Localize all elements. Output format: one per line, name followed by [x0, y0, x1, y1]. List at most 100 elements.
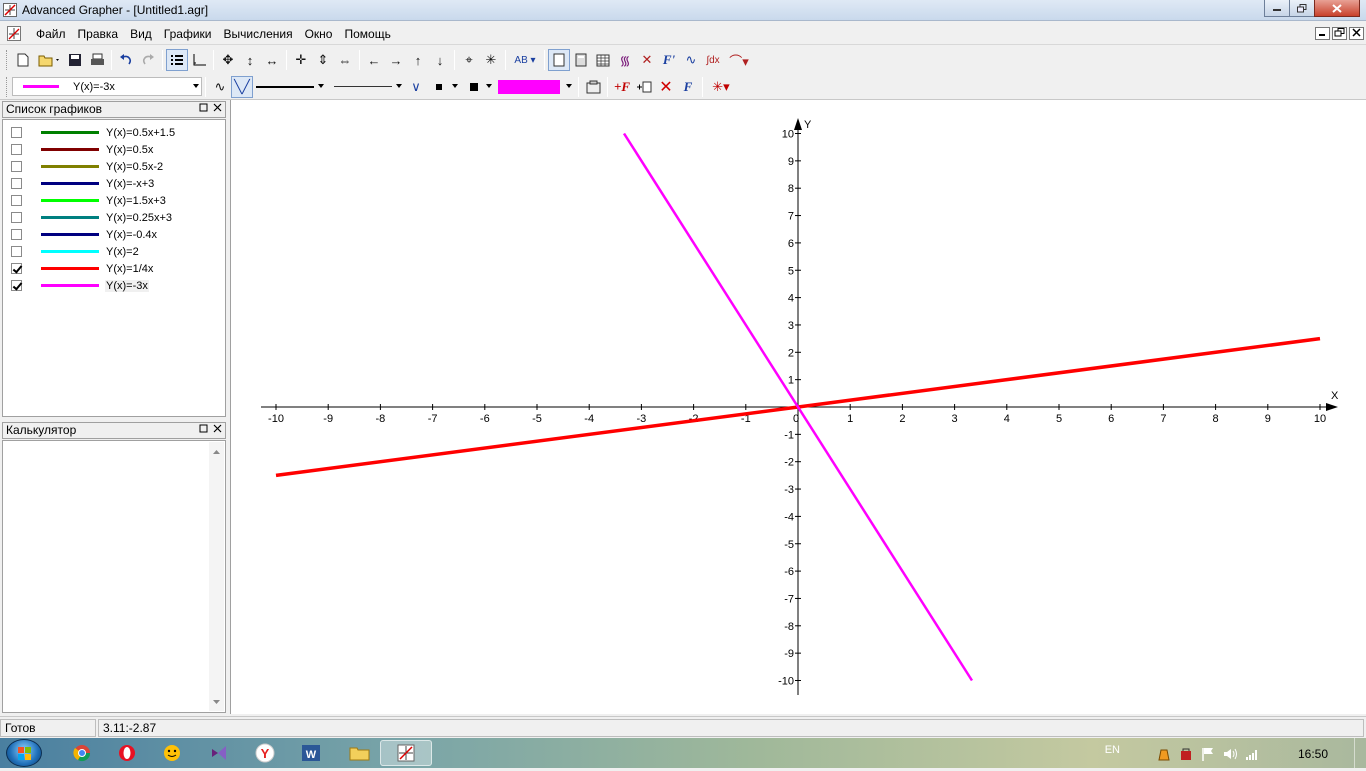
taskbar-opera[interactable] [101, 740, 153, 766]
plot-area[interactable]: X Y -10 -9 -8 -7 -6 -5 -4 -3 -2 -1 0 1 2 3 4 5 6 7 8 9 10 -10 -9… [230, 100, 1366, 714]
flag-icon[interactable] [1200, 746, 1216, 762]
taskbar-explorer[interactable] [334, 740, 386, 766]
scroll-down-button[interactable]: ↓ [429, 49, 451, 71]
show-desktop-button[interactable] [1354, 738, 1366, 768]
toolbar-grip[interactable] [6, 76, 9, 97]
redo-button[interactable] [137, 49, 159, 71]
axes-button[interactable] [188, 49, 210, 71]
close-button[interactable] [1314, 0, 1360, 17]
toolbar-grip[interactable] [6, 50, 9, 70]
network-icon[interactable] [1244, 746, 1260, 762]
graph-visibility-checkbox[interactable] [11, 178, 22, 189]
scroll-down-icon[interactable] [209, 695, 224, 709]
graph-canvas[interactable]: XY-10 -9 -8 -7 -6 -5 -4 -3 -2 -1 0 1 2 3 4 5 6 7 8 9 10-10-9… [231, 100, 1366, 714]
taskbar-word[interactable]: W [285, 740, 337, 766]
print-button[interactable] [86, 49, 108, 71]
panel-float-icon[interactable] [199, 103, 208, 112]
mdi-close-button[interactable] [1349, 27, 1364, 40]
tray-security-icon[interactable] [1178, 746, 1194, 762]
mdi-restore-button[interactable] [1332, 27, 1347, 40]
open-file-button[interactable] [34, 49, 64, 71]
move-button[interactable]: ✥ [217, 49, 239, 71]
clock[interactable]: 16:50 [1298, 747, 1328, 761]
document-icon[interactable] [7, 26, 21, 41]
calculator-panel[interactable] [2, 440, 226, 713]
menu-calculations[interactable]: Вычисления [217, 27, 298, 41]
scroll-right-button[interactable]: → [385, 49, 407, 71]
color-select[interactable] [497, 77, 575, 96]
graph-list-item[interactable]: Y(x)=-0.4x [9, 226, 158, 243]
graph-visibility-checkbox[interactable] [11, 212, 22, 223]
analysis-button[interactable]: ᯾ [614, 49, 636, 71]
graph-visibility-checkbox[interactable] [11, 229, 22, 240]
volume-icon[interactable] [1222, 746, 1238, 762]
menu-window[interactable]: Окно [299, 27, 339, 41]
add-table-button[interactable] [633, 76, 655, 98]
document-view-button[interactable] [548, 49, 570, 71]
graph-list-item[interactable]: Y(x)=1.5x+3 [9, 192, 167, 209]
graph-list-item[interactable]: Y(x)=0.5x-2 [9, 158, 164, 175]
mdi-minimize-button[interactable] [1315, 27, 1330, 40]
graph-list-item[interactable]: Y(x)=0.5x+1.5 [9, 124, 176, 141]
point-size-select[interactable] [427, 77, 461, 96]
graph-visibility-checkbox[interactable] [11, 280, 22, 291]
edit-graph-button[interactable]: F [677, 76, 699, 98]
calculator-scrollbar[interactable] [209, 442, 224, 711]
point-style-button[interactable]: ∨ [405, 76, 427, 98]
intersection-button[interactable]: ✕ [636, 49, 658, 71]
shrink-horizontal-button[interactable]: ⇔ [334, 49, 356, 71]
graph-visibility-checkbox[interactable] [11, 127, 22, 138]
stretch-horizontal-button[interactable]: ↔ [261, 49, 283, 71]
graph-visibility-checkbox[interactable] [11, 246, 22, 257]
taskbar-app-smiley[interactable] [147, 740, 199, 766]
graph-visibility-checkbox[interactable] [11, 161, 22, 172]
menu-graphs[interactable]: Графики [158, 27, 218, 41]
panel-float-icon[interactable] [199, 424, 208, 433]
current-graph-select[interactable]: Y(x)=-3x [12, 77, 202, 96]
minimize-button[interactable] [1264, 0, 1290, 17]
trace-button[interactable]: ✳▾ [706, 76, 736, 98]
calculator-button[interactable] [570, 49, 592, 71]
menu-file[interactable]: Файл [30, 27, 72, 41]
start-button[interactable] [6, 739, 42, 767]
restore-button[interactable] [1289, 0, 1315, 17]
graph-list-item[interactable]: Y(x)=2 [9, 243, 140, 260]
graph-visibility-checkbox[interactable] [11, 263, 22, 274]
curve-style-button[interactable]: ∿ [209, 76, 231, 98]
menu-edit[interactable]: Правка [72, 27, 125, 41]
delete-graph-button[interactable]: ✕ [655, 76, 677, 98]
tangent-button[interactable]: ∿ [680, 49, 702, 71]
menu-help[interactable]: Помощь [338, 27, 396, 41]
line-width-select[interactable] [253, 77, 327, 96]
table-button[interactable] [592, 49, 614, 71]
taskbar-visual-studio[interactable] [193, 740, 245, 766]
menu-view[interactable]: Вид [124, 27, 158, 41]
shrink-vertical-button[interactable]: ⇕ [312, 49, 334, 71]
shrink-button[interactable]: ✛ [290, 49, 312, 71]
zoom-all-button[interactable]: ✳ [480, 49, 502, 71]
graph-visibility-checkbox[interactable] [11, 144, 22, 155]
taskbar-yandex[interactable]: Y [239, 740, 291, 766]
integral-button[interactable]: ∫dx [702, 49, 724, 71]
center-button[interactable]: ⌖ [458, 49, 480, 71]
graph-visibility-checkbox[interactable] [11, 195, 22, 206]
graph-list-item[interactable]: Y(x)=0.5x [9, 141, 154, 158]
add-graph-button[interactable]: +F [611, 76, 633, 98]
labels-button[interactable]: AB ▾ [509, 49, 541, 71]
taskbar-advanced-grapher[interactable] [380, 740, 432, 766]
stretch-vertical-button[interactable]: ↕ [239, 49, 261, 71]
graph-properties-button[interactable] [582, 76, 604, 98]
graph-list-toggle-button[interactable] [166, 49, 188, 71]
save-button[interactable] [64, 49, 86, 71]
graph-list-item[interactable]: Y(x)=-x+3 [9, 175, 155, 192]
derivative-button[interactable]: F' [658, 49, 680, 71]
new-file-button[interactable] [12, 49, 34, 71]
undo-button[interactable] [115, 49, 137, 71]
panel-close-icon[interactable] [213, 424, 222, 433]
graph-list-item[interactable]: Y(x)=-3x [9, 277, 149, 294]
scroll-up-button[interactable]: ↑ [407, 49, 429, 71]
regression-button[interactable]: ⌒▾ [724, 49, 754, 71]
line-style-select[interactable] [331, 77, 405, 96]
graph-list-item[interactable]: Y(x)=0.25x+3 [9, 209, 173, 226]
panel-close-icon[interactable] [213, 103, 222, 112]
